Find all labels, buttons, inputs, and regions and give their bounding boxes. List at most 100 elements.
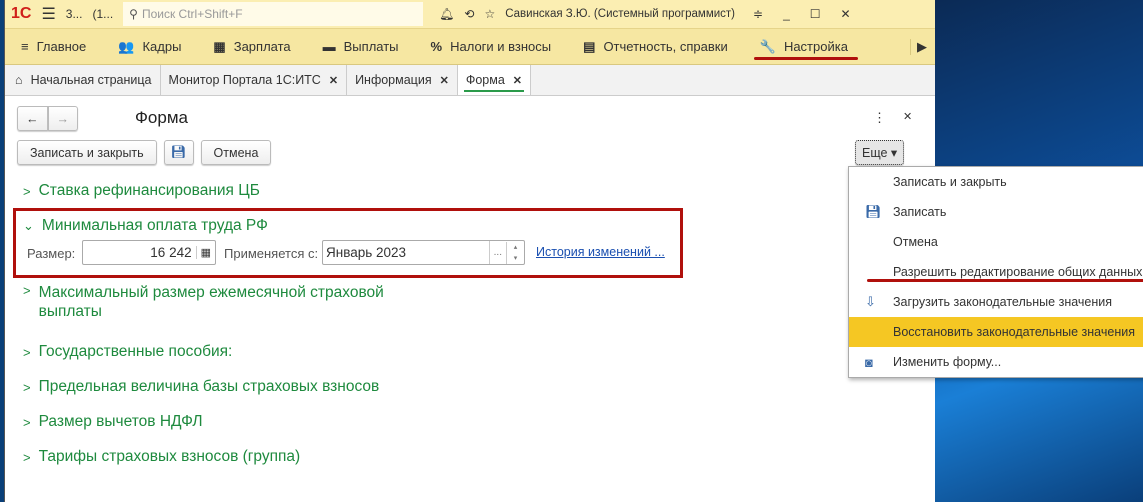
bell-icon[interactable]: 🔔︎ bbox=[439, 7, 454, 21]
chevron-right-icon: > bbox=[23, 344, 31, 360]
menu-item-save-close[interactable]: Записать и закрыть bbox=[849, 167, 1143, 197]
more-options-icon[interactable]: ⋮ bbox=[873, 110, 886, 126]
group-insurance-rates[interactable]: > Тарифы страховых взносов (группа) bbox=[23, 448, 300, 466]
group-max-insurance[interactable]: > Максимальный размер ежемесячной страхов… bbox=[23, 283, 384, 321]
search-input[interactable]: ⚲ Поиск Ctrl+Shift+F bbox=[123, 2, 424, 26]
group-title-line: выплаты bbox=[38, 303, 102, 320]
minimize-icon[interactable]: _ bbox=[783, 7, 790, 21]
cancel-button[interactable]: Отмена bbox=[200, 140, 272, 165]
section-label: Зарплата bbox=[233, 39, 291, 54]
home-icon: ⌂ bbox=[15, 73, 23, 87]
scroll-right-icon[interactable]: ▶ bbox=[910, 38, 935, 55]
menu-item-load-legal[interactable]: ⇩ Загрузить законодательные значения bbox=[849, 287, 1143, 317]
size-label: Размер: bbox=[27, 246, 76, 261]
save-close-button[interactable]: Записать и закрыть bbox=[17, 140, 157, 165]
star-icon[interactable]: ☆ bbox=[484, 7, 495, 21]
forward-button[interactable]: → bbox=[47, 106, 78, 131]
annotation-underline bbox=[867, 279, 1143, 282]
close-form-icon[interactable]: ✕ bbox=[903, 110, 912, 123]
close-tab-icon[interactable]: ✕ bbox=[329, 74, 338, 87]
chevron-right-icon: > bbox=[23, 283, 31, 298]
select-button[interactable]: ... bbox=[488, 241, 506, 264]
group-min-wage[interactable]: ⌄ Минимальная оплата труда РФ bbox=[23, 217, 268, 235]
back-button[interactable]: ← bbox=[17, 106, 48, 131]
menu-item-save[interactable]: 💾︎ Записать bbox=[849, 197, 1143, 227]
tab-form[interactable]: Форма ✕ bbox=[457, 65, 531, 95]
group-refinancing-rate[interactable]: > Ставка рефинансирования ЦБ bbox=[23, 182, 260, 200]
section-label: Настройка bbox=[783, 39, 848, 54]
group-ndfl-deductions[interactable]: > Размер вычетов НДФЛ bbox=[23, 413, 203, 431]
more-button[interactable]: Еще ▾ bbox=[855, 140, 905, 165]
more-dropdown-menu: Записать и закрыть 💾︎ Записать Отмена Раз… bbox=[848, 166, 1143, 378]
search-placeholder: Поиск Ctrl+Shift+F bbox=[141, 7, 243, 21]
section-personnel[interactable]: 👥 Кадры bbox=[102, 29, 197, 64]
section-settings[interactable]: 🔧 Настройка bbox=[744, 29, 864, 64]
menu-item-allow-editing[interactable]: Разрешить редактирование общих данных bbox=[849, 257, 1143, 287]
menu-label: Записать и закрыть bbox=[893, 175, 1007, 189]
load-values-icon: ⇩ bbox=[865, 294, 876, 309]
section-taxes[interactable]: % Налоги и взносы bbox=[415, 29, 568, 64]
section-payments[interactable]: ▬ Выплаты bbox=[307, 29, 415, 64]
tab-info[interactable]: Информация ✕ bbox=[347, 65, 458, 95]
chevron-right-icon: > bbox=[23, 414, 31, 430]
group-title: Ставка рефинансирования ЦБ bbox=[38, 182, 260, 199]
group-title: Государственные пособия: bbox=[38, 343, 233, 360]
tab-home[interactable]: ⌂ Начальная страница bbox=[5, 65, 161, 95]
wallet-icon: ▬ bbox=[322, 39, 336, 54]
app-logo: 1С bbox=[11, 5, 32, 22]
section-main[interactable]: ≡ Главное bbox=[5, 29, 102, 64]
window-title-num: (1... bbox=[92, 7, 114, 21]
menu-label: Изменить форму... bbox=[893, 355, 1002, 369]
title-bar: 1С ☰ 3... (1... ⚲ Поиск Ctrl+Shift+F 🔔︎ ⟲… bbox=[5, 0, 935, 28]
menu-label: Отмена bbox=[893, 235, 938, 249]
group-title: Минимальная оплата труда РФ bbox=[41, 217, 268, 234]
section-salary[interactable]: ▦ Зарплата bbox=[197, 29, 306, 64]
close-tab-icon[interactable]: ✕ bbox=[513, 74, 522, 87]
group-insurance-base[interactable]: > Предельная величина базы страховых взно… bbox=[23, 378, 379, 396]
main-menu-icon[interactable]: ☰ bbox=[41, 4, 55, 24]
size-value: 16 242 bbox=[150, 245, 192, 260]
history-link[interactable]: История изменений ... bbox=[536, 245, 665, 259]
section-label: Отчетность, справки bbox=[603, 39, 728, 54]
menu-label: Разрешить редактирование общих данных bbox=[893, 265, 1143, 279]
section-label: Главное bbox=[36, 39, 87, 54]
page-title: Форма bbox=[135, 108, 188, 127]
section-label: Кадры bbox=[142, 39, 182, 54]
menu-label: Записать bbox=[893, 205, 947, 219]
user-name[interactable]: Савинская З.Ю. (Системный программист) bbox=[505, 8, 735, 20]
document-icon: ▤ bbox=[583, 38, 596, 54]
chevron-down-icon: ⌄ bbox=[23, 218, 34, 233]
calculator-icon[interactable]: ▦ bbox=[195, 246, 215, 259]
menu-item-restore-legal[interactable]: Восстановить законодательные значения bbox=[849, 317, 1143, 347]
menu-item-change-form[interactable]: ◙ Изменить форму... bbox=[849, 347, 1143, 377]
group-title: Размер вычетов НДФЛ bbox=[38, 413, 203, 430]
tab-label: Монитор Портала 1С:ИТС bbox=[168, 73, 321, 87]
group-title: Максимальный размер ежемесячной страхово… bbox=[39, 283, 384, 321]
history-icon[interactable]: ⟲ bbox=[464, 7, 474, 21]
search-icon: ⚲ bbox=[129, 7, 138, 21]
section-label: Выплаты bbox=[343, 39, 399, 54]
close-tab-icon[interactable]: ✕ bbox=[440, 74, 449, 87]
close-window-icon[interactable]: ✕ bbox=[841, 7, 851, 21]
tab-its-monitor[interactable]: Монитор Портала 1С:ИТС ✕ bbox=[161, 65, 348, 95]
applies-field[interactable]: Январь 2023 ... ▴ ▾ bbox=[322, 240, 525, 265]
save-icon: 💾︎ bbox=[865, 204, 882, 219]
group-state-benefits[interactable]: > Государственные пособия: bbox=[23, 343, 232, 361]
size-field[interactable]: 16 242 ▦ bbox=[82, 240, 216, 265]
maximize-icon[interactable]: ☐ bbox=[810, 7, 821, 21]
section-reports[interactable]: ▤ Отчетность, справки bbox=[567, 29, 744, 64]
spin-buttons[interactable]: ▴ ▾ bbox=[506, 241, 524, 264]
nav-buttons: ← → bbox=[17, 106, 78, 131]
save-button[interactable]: 💾︎ bbox=[163, 140, 194, 165]
group-title-line: Максимальный размер ежемесячной страхово… bbox=[38, 284, 384, 301]
tab-label: Информация bbox=[355, 73, 432, 87]
menu-item-cancel[interactable]: Отмена bbox=[849, 227, 1143, 257]
menu-lines-icon: ≡ bbox=[21, 39, 29, 54]
command-bar: Записать и закрыть 💾︎ Отмена bbox=[17, 140, 272, 165]
tab-label: Начальная страница bbox=[30, 73, 152, 87]
settings-menu-icon[interactable]: ≑ bbox=[753, 7, 763, 21]
form-settings-icon: ◙ bbox=[865, 354, 873, 370]
applies-value: Январь 2023 bbox=[326, 245, 407, 260]
people-icon: 👥 bbox=[118, 38, 135, 54]
more-label: Еще bbox=[862, 145, 888, 160]
